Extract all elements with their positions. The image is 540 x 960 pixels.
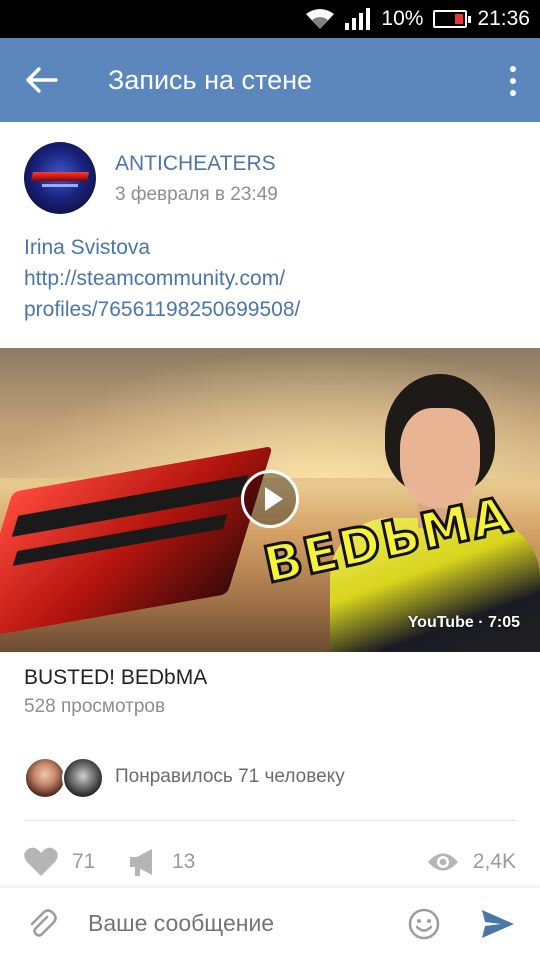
like-count: 71 bbox=[72, 850, 96, 873]
eye-icon bbox=[427, 853, 458, 871]
liker-avatar bbox=[62, 757, 104, 799]
more-options-icon[interactable] bbox=[508, 66, 518, 96]
post-text-line-name[interactable]: Irina Svistova bbox=[24, 232, 524, 263]
battery-percent: 10% bbox=[381, 7, 424, 30]
battery-icon bbox=[433, 10, 472, 28]
message-composer bbox=[0, 888, 540, 960]
post-text-line-link1[interactable]: http://steamcommunity.com/ bbox=[24, 263, 524, 294]
paperclip-icon[interactable] bbox=[26, 908, 58, 940]
video-title[interactable]: BUSTED! BEDbMA bbox=[24, 666, 207, 690]
views-indicator: 2,4K bbox=[427, 840, 516, 884]
community-avatar[interactable] bbox=[24, 142, 96, 214]
liker-avatar bbox=[24, 757, 66, 799]
post-text: Irina Svistova http://steamcommunity.com… bbox=[24, 232, 524, 325]
view-count: 2,4K bbox=[472, 850, 516, 873]
share-count: 13 bbox=[172, 850, 196, 873]
post-text-line-link2[interactable]: profiles/76561198250699508/ bbox=[24, 294, 524, 325]
signal-icon bbox=[345, 8, 371, 30]
message-input[interactable] bbox=[88, 910, 378, 937]
video-views: 528 просмотров bbox=[24, 696, 166, 717]
post-date: 3 февраля в 23:49 bbox=[115, 184, 278, 205]
likes-summary: Понравилось 71 человеку bbox=[115, 766, 345, 787]
divider bbox=[24, 820, 516, 821]
video-thumbnail[interactable]: BEDЬMA YouTube · 7:05 bbox=[0, 348, 540, 652]
wifi-icon bbox=[306, 9, 335, 29]
post-actions: 71 13 2,4K bbox=[24, 840, 516, 884]
post-header: ANTICHEATERS 3 февраля в 23:49 bbox=[24, 142, 524, 216]
heart-icon bbox=[24, 847, 58, 876]
play-icon[interactable] bbox=[241, 470, 299, 528]
clock: 21:36 bbox=[477, 7, 530, 30]
page-title: Запись на стене bbox=[108, 65, 313, 95]
app-bar: Запись на стене bbox=[0, 38, 540, 122]
post-author[interactable]: ANTICHEATERS bbox=[115, 152, 276, 176]
emoji-icon[interactable] bbox=[408, 908, 440, 940]
video-source-duration: YouTube · 7:05 bbox=[407, 614, 520, 631]
like-button[interactable]: 71 bbox=[24, 840, 95, 884]
status-bar: 10% 21:36 bbox=[0, 0, 540, 38]
share-button[interactable]: 13 bbox=[128, 840, 195, 884]
megaphone-icon bbox=[130, 849, 152, 876]
back-arrow-icon[interactable] bbox=[24, 62, 60, 98]
send-icon[interactable] bbox=[481, 908, 515, 940]
likers-row[interactable]: Понравилось 71 человеку bbox=[24, 757, 524, 801]
